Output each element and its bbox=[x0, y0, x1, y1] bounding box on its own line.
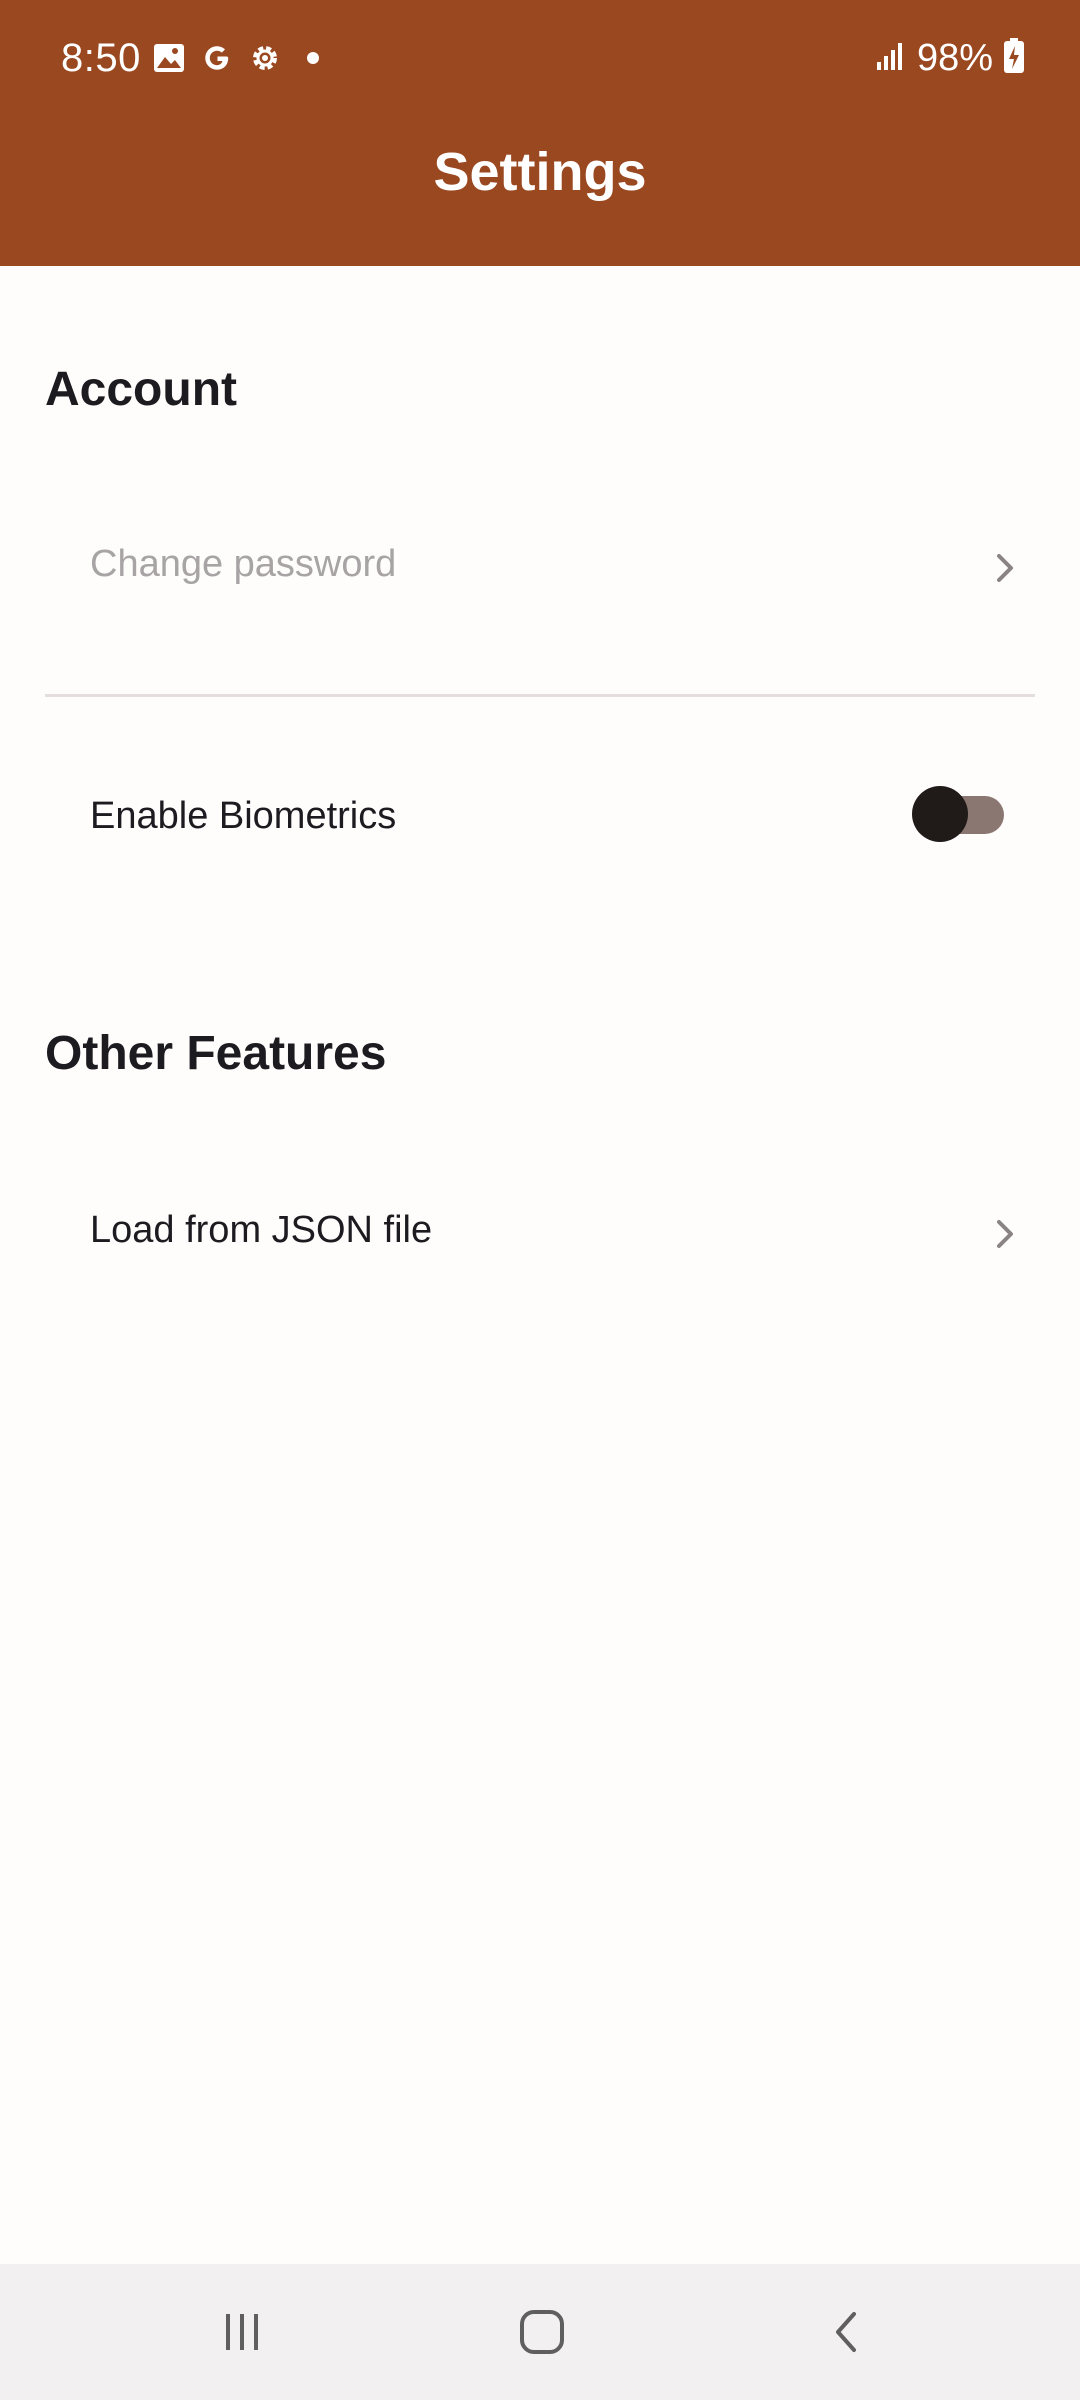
divider bbox=[45, 694, 1035, 697]
load-json-label: Load from JSON file bbox=[90, 1209, 433, 1251]
back-icon bbox=[822, 2308, 870, 2361]
change-password-row[interactable]: Change password bbox=[0, 496, 1080, 636]
battery-charging-icon bbox=[1003, 37, 1025, 79]
load-json-row[interactable]: Load from JSON file bbox=[0, 1160, 1080, 1300]
status-icons-left bbox=[152, 38, 330, 78]
home-button[interactable] bbox=[502, 2294, 582, 2374]
toggle-thumb bbox=[912, 786, 968, 842]
app-bar: 8:50 98% Settings bbox=[0, 0, 1080, 266]
chevron-right-icon bbox=[985, 1210, 1025, 1258]
notification-dot-icon bbox=[296, 41, 330, 75]
settings-gear-icon bbox=[248, 41, 282, 75]
gallery-icon bbox=[152, 41, 186, 75]
section-header-account: Account bbox=[45, 363, 237, 416]
page-title: Settings bbox=[433, 142, 647, 202]
signal-icon bbox=[875, 40, 907, 77]
google-icon bbox=[200, 41, 234, 75]
recents-button[interactable] bbox=[202, 2294, 282, 2374]
chevron-right-icon bbox=[985, 544, 1025, 592]
home-icon bbox=[516, 2306, 568, 2363]
status-bar: 8:50 98% bbox=[0, 0, 1080, 118]
section-header-other-features: Other Features bbox=[45, 1027, 387, 1080]
change-password-label: Change password bbox=[90, 543, 397, 585]
enable-biometrics-label: Enable Biometrics bbox=[90, 795, 397, 837]
battery-percentage: 98% bbox=[916, 37, 993, 79]
biometrics-toggle[interactable] bbox=[910, 786, 1006, 842]
back-button[interactable] bbox=[806, 2294, 886, 2374]
recents-icon bbox=[218, 2308, 266, 2361]
status-time: 8:50 bbox=[61, 36, 141, 80]
system-nav-bar bbox=[0, 2264, 1080, 2400]
status-icons-right: 98% bbox=[875, 34, 1025, 82]
